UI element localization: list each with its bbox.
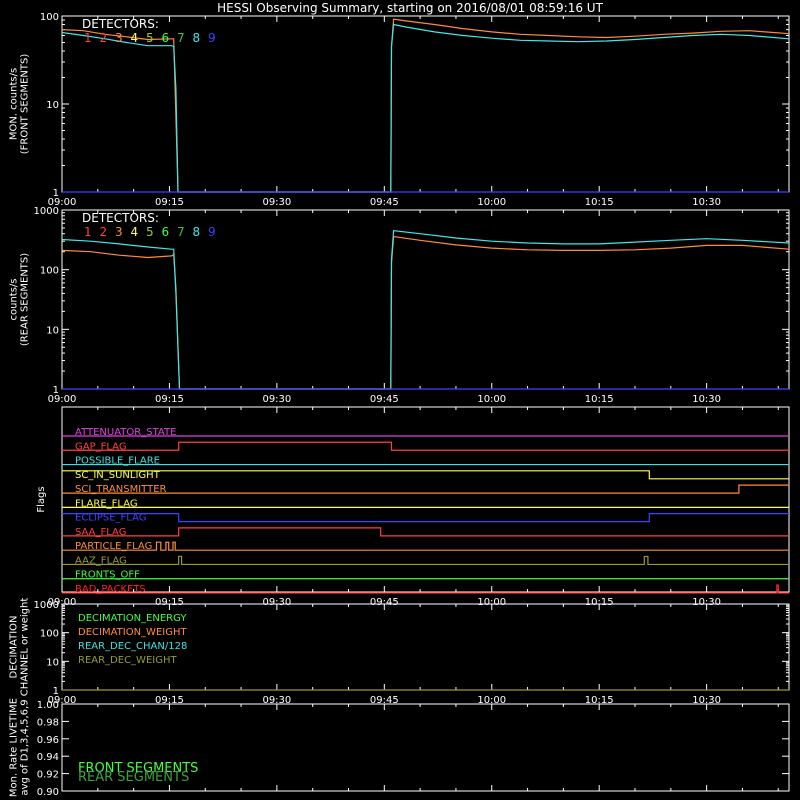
y-tick-label: 0.94	[37, 752, 59, 763]
y-axis-label: CHANNEL or weight	[20, 598, 31, 697]
y-axis-label: MON. counts/s	[9, 68, 20, 140]
y-tick-label: 100	[40, 12, 59, 23]
detector-label: 2	[100, 225, 108, 239]
detector-label: 1	[84, 31, 92, 45]
legend-entry: DECIMATION_WEIGHT	[78, 627, 187, 638]
y-tick-label: 1	[53, 385, 59, 396]
detector-label: 3	[115, 31, 123, 45]
detector-label: 5	[146, 31, 154, 45]
figure-title: HESSI Observing Summary, starting on 201…	[217, 1, 603, 15]
detector-label: 1	[84, 225, 92, 239]
y-tick-label: 1.00	[37, 700, 59, 711]
x-tick-label: 09:30	[262, 394, 291, 405]
y-tick-label: 10	[46, 100, 59, 111]
y-axis-label: (FRONT SEGMENTS)	[20, 54, 31, 155]
y-tick-label: 1	[53, 188, 59, 199]
x-tick-label: 09:15	[155, 197, 184, 208]
x-tick-label: 10:00	[477, 197, 506, 208]
y-tick-label: 0.90	[37, 787, 59, 798]
x-tick-label: 09:45	[370, 197, 399, 208]
x-tick-label: 10:00	[477, 394, 506, 405]
hessi-summary-figure: HESSI Observing Summary, starting on 201…	[0, 0, 800, 800]
detector-label: 5	[146, 225, 154, 239]
y-tick-label: 0.98	[37, 717, 59, 728]
detector-label: 3	[115, 225, 123, 239]
flag-label: SC_IN_SUNLIGHT	[75, 470, 161, 481]
detector-label: 9	[208, 31, 216, 45]
detector-label: 4	[131, 31, 139, 45]
legend-title: DETECTORS:	[82, 211, 159, 225]
y-tick-label: 1000	[34, 206, 59, 217]
y-tick-label: 0.92	[37, 770, 59, 781]
x-tick-label: 09:15	[155, 394, 184, 405]
legend-entry: REAR_DEC_WEIGHT	[78, 655, 177, 666]
x-tick-label: 10:30	[692, 394, 721, 405]
y-tick-label: 100	[40, 266, 59, 277]
y-axis-label: avg of D1,3,4,5,6,9	[20, 699, 31, 795]
y-tick-label: 10	[46, 325, 59, 336]
y-axis-label: DECIMATION	[9, 615, 20, 678]
y-tick-label: 1000	[34, 600, 59, 611]
x-tick-label: 10:15	[585, 394, 614, 405]
y-axis-label: Flags	[36, 486, 47, 512]
detector-label: 6	[162, 225, 170, 239]
legend-title: DETECTORS:	[82, 17, 159, 31]
x-tick-label: 10:15	[585, 197, 614, 208]
detector-label: 6	[162, 31, 170, 45]
legend-entry: REAR_DEC_CHAN/128	[78, 641, 187, 652]
y-axis-label: (REAR SEGMENTS)	[20, 253, 31, 346]
detector-label: 8	[193, 31, 201, 45]
detector-label: 9	[208, 225, 216, 239]
detector-label: 4	[131, 225, 139, 239]
y-axis-label: counts/s	[9, 278, 20, 320]
y-tick-label: 0.96	[37, 735, 59, 746]
x-tick-label: 09:45	[370, 394, 399, 405]
y-tick-label: 1	[53, 686, 59, 697]
y-tick-label: 100	[40, 629, 59, 640]
x-tick-label: 10:30	[692, 197, 721, 208]
detector-label: 2	[100, 31, 108, 45]
detector-label: 7	[177, 225, 185, 239]
figure-background	[0, 0, 800, 800]
flag-label: ECLIPSE_FLAG	[75, 513, 146, 524]
legend-entry: REAR SEGMENTS	[78, 770, 189, 785]
detector-label: 8	[193, 225, 201, 239]
legend-entry: DECIMATION_ENERGY	[78, 613, 187, 624]
y-tick-label: 10	[46, 657, 59, 668]
detector-label: 7	[177, 31, 185, 45]
y-axis-label: Mon. Rate LIVETIME	[9, 698, 20, 797]
x-tick-label: 09:30	[262, 197, 291, 208]
